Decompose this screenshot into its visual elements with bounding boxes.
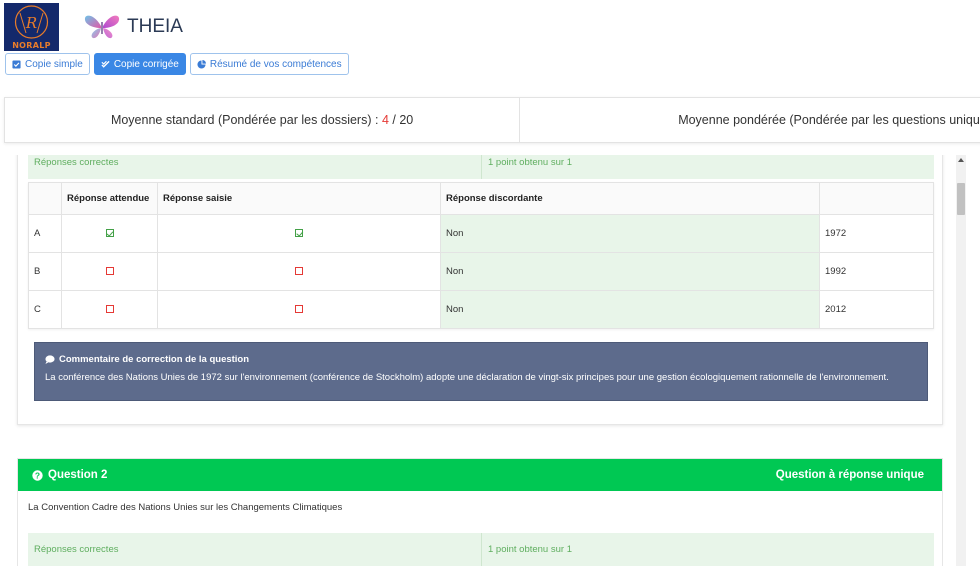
discordant-cell: Non bbox=[440, 214, 820, 253]
results-scroll-area[interactable]: Réponses correctes 1 point obtenu sur 1 … bbox=[0, 155, 980, 566]
entered-cell bbox=[157, 214, 441, 253]
table-header-row: Réponse attendue Réponse saisie Réponse … bbox=[28, 182, 934, 215]
discordant-cell: Non bbox=[440, 290, 820, 329]
table-row: A Non 1972 bbox=[28, 214, 934, 253]
simple-copy-button[interactable]: Copie simple bbox=[5, 53, 90, 75]
question-2-title: ? Question 2 bbox=[32, 469, 107, 481]
standard-average-score: 4 bbox=[381, 113, 389, 127]
points-obtained: 1 point obtenu sur 1 bbox=[488, 157, 572, 168]
org-logo-text: NORALP bbox=[12, 41, 51, 50]
correct-answers-label: Réponses correctes bbox=[28, 155, 482, 179]
row-letter: A bbox=[28, 214, 62, 253]
skills-summary-button[interactable]: Résumé de vos compétences bbox=[189, 53, 349, 75]
entered-cell bbox=[157, 252, 441, 291]
weighted-average: Moyenne pondérée (Pondérée par les quest… bbox=[520, 98, 980, 142]
discordant-cell: Non bbox=[440, 252, 820, 291]
check-icon bbox=[101, 60, 110, 68]
skills-summary-label: Résumé de vos compétences bbox=[209, 58, 342, 70]
correct-answers-label: Réponses correctes bbox=[28, 533, 482, 566]
svg-text:?: ? bbox=[35, 470, 40, 480]
scroll-up-icon[interactable] bbox=[958, 158, 964, 162]
expected-cell bbox=[61, 214, 158, 253]
correction-comment: Commentaire de correction de la question… bbox=[34, 342, 928, 401]
standard-average-total: / 20 bbox=[392, 113, 414, 127]
unchecked-box-icon bbox=[105, 305, 114, 314]
question-1-card: Réponses correctes 1 point obtenu sur 1 … bbox=[17, 155, 943, 425]
checked-box-icon bbox=[105, 229, 114, 238]
question-2-title-text: Question 2 bbox=[48, 469, 108, 481]
unchecked-box-icon bbox=[295, 267, 303, 276]
standard-average-label: Moyenne standard (Pondérée par les dossi… bbox=[110, 113, 379, 127]
answer-value: 1992 bbox=[819, 252, 934, 291]
column-header-letter bbox=[28, 182, 62, 215]
pie-chart-icon bbox=[197, 59, 206, 69]
simple-copy-label: Copie simple bbox=[25, 58, 83, 70]
question-2-text: La Convention Cadre des Nations Unies su… bbox=[28, 502, 343, 513]
column-header-discordant: Réponse discordante bbox=[440, 182, 820, 215]
comment-title: Commentaire de correction de la question bbox=[45, 354, 917, 365]
view-toolbar: Copie simple Copie corrigée Résumé de vo… bbox=[5, 53, 349, 75]
weighted-average-label: Moyenne pondérée (Pondérée par les quest… bbox=[678, 113, 980, 127]
corrected-copy-button[interactable]: Copie corrigée bbox=[93, 53, 186, 75]
column-header-entered: Réponse saisie bbox=[157, 182, 441, 215]
column-header-expected: Réponse attendue bbox=[61, 182, 158, 215]
row-letter: B bbox=[28, 252, 62, 291]
checkbox-icon bbox=[12, 59, 21, 69]
question-2-card: ? Question 2 Question à réponse unique L… bbox=[17, 458, 943, 566]
comment-text: La conférence des Nations Unies de 1972 … bbox=[45, 372, 889, 383]
unchecked-box-icon bbox=[295, 305, 303, 314]
speech-bubble-icon bbox=[45, 355, 55, 364]
column-header-value bbox=[819, 182, 934, 215]
butterfly-logo-icon bbox=[84, 15, 120, 39]
standard-average: Moyenne standard (Pondérée par les dossi… bbox=[5, 98, 521, 142]
table-row: B Non 1992 bbox=[28, 252, 934, 291]
svg-text:R: R bbox=[25, 14, 37, 32]
correct-answers-row: Réponses correctes 1 point obtenu sur 1 bbox=[28, 155, 934, 179]
comment-title-text: Commentaire de correction de la question bbox=[59, 354, 250, 365]
unchecked-box-icon bbox=[105, 267, 114, 276]
question-type: Question à réponse unique bbox=[775, 469, 924, 481]
correct-answers-row: Réponses correctes 1 point obtenu sur 1 bbox=[28, 533, 934, 566]
answer-value: 2012 bbox=[819, 290, 934, 329]
scrollbar-thumb[interactable] bbox=[957, 183, 965, 215]
noralp-logo: R NORALP bbox=[4, 3, 59, 51]
checked-box-icon bbox=[295, 229, 303, 238]
entered-cell bbox=[157, 290, 441, 329]
expected-cell bbox=[61, 290, 158, 329]
points-obtained: 1 point obtenu sur 1 bbox=[488, 544, 572, 555]
vertical-scrollbar[interactable] bbox=[956, 155, 966, 566]
question-circle-icon: ? bbox=[32, 469, 43, 481]
expected-cell bbox=[61, 252, 158, 291]
question-2-header: ? Question 2 Question à réponse unique bbox=[18, 459, 942, 491]
answers-table: Réponse attendue Réponse saisie Réponse … bbox=[28, 182, 934, 329]
corrected-copy-label: Copie corrigée bbox=[113, 58, 179, 70]
app-title: THEIA bbox=[127, 16, 183, 37]
row-letter: C bbox=[28, 290, 62, 329]
averages-bar: Moyenne standard (Pondérée par les dossi… bbox=[4, 97, 980, 143]
table-row: C Non 2012 bbox=[28, 290, 934, 329]
answer-value: 1972 bbox=[819, 214, 934, 253]
